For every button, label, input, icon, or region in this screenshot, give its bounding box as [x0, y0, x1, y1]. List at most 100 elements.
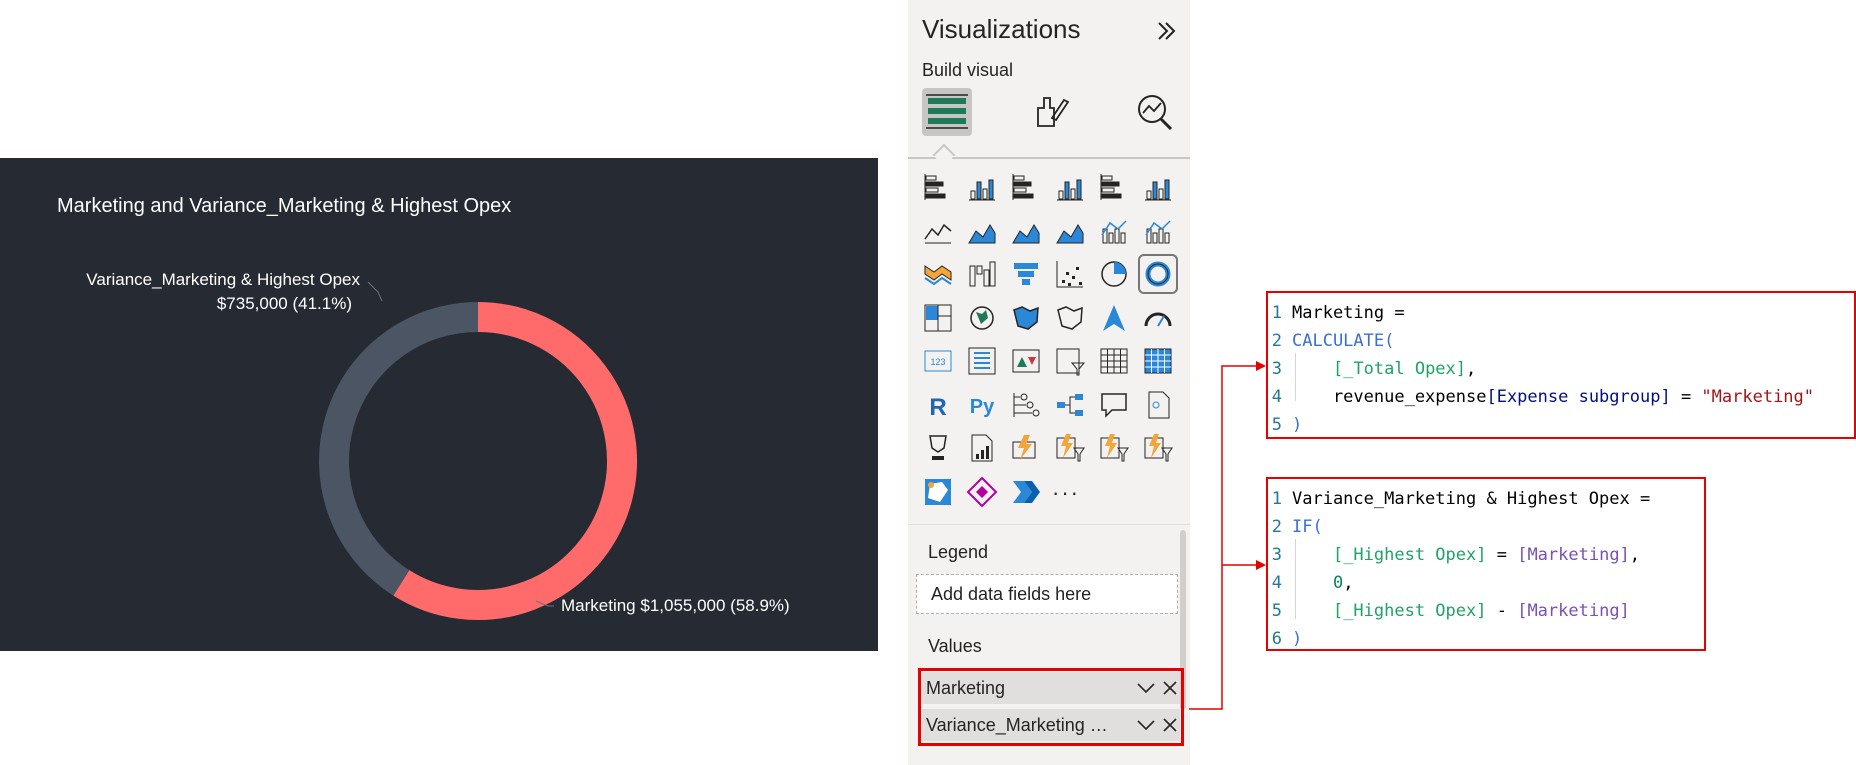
code-token: IF(: [1292, 517, 1323, 537]
donut-slice-marketing[interactable]: [393, 302, 637, 620]
table-icon[interactable]: [1098, 345, 1130, 377]
key-influencers-icon[interactable]: [1010, 389, 1042, 421]
slicer-icon[interactable]: [1054, 345, 1086, 377]
python-visual-icon[interactable]: Py: [966, 389, 998, 421]
variance-data-label-value: $735,000 (41.1%): [216, 294, 352, 313]
format-visual-icon: [1037, 97, 1070, 127]
waterfall-chart-icon[interactable]: [966, 258, 998, 290]
scatter-chart-icon[interactable]: [1054, 258, 1086, 290]
line-chart-icon[interactable]: [922, 215, 954, 247]
area-chart-icon[interactable]: [966, 215, 998, 247]
line-number: 1: [1271, 489, 1282, 509]
narrative-slicer-icon[interactable]: [1098, 432, 1130, 464]
line-number: 5: [1271, 601, 1282, 621]
code-token: Marketing =: [1292, 303, 1405, 323]
code-token: [Marketing]: [1517, 545, 1630, 565]
power-automate-flow-icon[interactable]: [1010, 476, 1042, 508]
code-text: ): [1292, 411, 1302, 439]
r-script-visual-icon[interactable]: R: [922, 389, 954, 421]
pane-title: Visualizations: [922, 14, 1081, 44]
line-and-stacked-column-chart-icon[interactable]: [1098, 215, 1130, 247]
build-visual-tab[interactable]: [922, 88, 972, 136]
map-icon[interactable]: [966, 302, 998, 334]
code-token: [_Total Opex]: [1332, 359, 1467, 379]
code-text: revenue_expense[Expense subgroup] = "Mar…: [1292, 383, 1814, 411]
code-text: [_Highest Opex] = [Marketing],: [1292, 541, 1640, 569]
chart-title: Marketing and Variance_Marketing & Highe…: [57, 195, 512, 217]
values-well-label: Values: [928, 636, 982, 656]
marketing-measure-code: 1 Marketing = 2 CALCULATE(3 [_Total Opex], 4…: [1266, 291, 1856, 439]
donut-chart-visual[interactable]: Marketing and Variance_Marketing & Highe…: [0, 158, 878, 651]
code-token: ,: [1629, 545, 1641, 565]
code-token: ): [1292, 629, 1303, 649]
kpi-icon[interactable]: [1010, 345, 1042, 377]
clustered-column-chart-icon[interactable]: [1054, 171, 1086, 203]
donut-slice-variance[interactable]: [319, 302, 479, 596]
stacked-area-chart-icon[interactable]: [1010, 215, 1042, 247]
multi-row-card-icon[interactable]: [966, 345, 998, 377]
qa-visual-icon[interactable]: [1098, 389, 1130, 421]
card-icon[interactable]: 123: [922, 345, 954, 377]
azure-map-icon[interactable]: [1098, 302, 1130, 334]
code-token: ,: [1343, 573, 1354, 593]
code-token: "Marketing": [1701, 387, 1815, 407]
line-number: 3: [1271, 359, 1282, 379]
100-stacked-bar-chart-icon[interactable]: [1098, 171, 1130, 203]
gauge-icon[interactable]: [1142, 302, 1174, 334]
legend-well-label: Legend: [928, 542, 989, 562]
button-slicer-icon[interactable]: [1142, 432, 1174, 464]
100-stacked-area-chart-icon[interactable]: [1054, 215, 1086, 247]
code-token: [Expense subgroup]: [1486, 387, 1671, 407]
metrics-visual-icon[interactable]: [922, 432, 954, 464]
power-automate-icon[interactable]: [1054, 432, 1086, 464]
code-token: [_Highest Opex]: [1332, 545, 1487, 565]
decomposition-tree-icon[interactable]: [1054, 389, 1086, 421]
analytics-tab[interactable]: [1130, 88, 1180, 136]
more-visuals-button[interactable]: ···: [1052, 480, 1080, 506]
treemap-icon[interactable]: [922, 302, 954, 334]
code-text: ): [1292, 625, 1302, 653]
arrowhead: [1256, 361, 1266, 371]
custom-visual-icon[interactable]: [966, 476, 998, 508]
donut-chart-icon[interactable]: [1138, 254, 1178, 294]
analytics-icon: [1138, 95, 1173, 131]
shape-map-icon[interactable]: [1054, 302, 1086, 334]
paginated-report-icon[interactable]: [1142, 389, 1174, 421]
stacked-column-chart-icon[interactable]: [966, 171, 998, 203]
clustered-bar-chart-icon[interactable]: [1010, 171, 1042, 203]
code-text: [_Total Opex],: [1292, 355, 1476, 383]
collapse-pane-icon[interactable]: [1154, 18, 1180, 44]
build-visual-label: Build visual: [922, 60, 1014, 80]
code-text: CALCULATE(: [1292, 327, 1394, 355]
line-number: 3: [1271, 545, 1282, 565]
code-text: IF(: [1292, 513, 1323, 541]
line-and-clustered-column-chart-icon[interactable]: [1142, 215, 1174, 247]
code-token: ): [1292, 415, 1303, 435]
marketing-data-label: Marketing $1,055,000 (58.9%): [561, 596, 790, 615]
values-highlight-box: [918, 668, 1184, 746]
smart-narrative-icon[interactable]: [966, 432, 998, 464]
legend-drop-zone[interactable]: Add data fields here: [916, 574, 1178, 614]
filled-map-icon[interactable]: [1010, 302, 1042, 334]
code-token: =: [1486, 545, 1518, 565]
stacked-bar-chart-icon[interactable]: [922, 171, 954, 203]
code-text: [_Highest Opex] - [Marketing]: [1292, 597, 1630, 625]
funnel-chart-icon[interactable]: [1010, 258, 1042, 290]
line-number: 1: [1271, 303, 1282, 323]
line-number: 5: [1271, 415, 1282, 435]
build-visual-icon: [926, 94, 968, 129]
format-visual-tab[interactable]: [1024, 88, 1074, 136]
line-number: 4: [1271, 573, 1282, 593]
line-number: 4: [1271, 387, 1282, 407]
power-apps-icon[interactable]: [1010, 432, 1042, 464]
line-number: 2: [1271, 517, 1282, 537]
matrix-icon[interactable]: [1142, 345, 1174, 377]
arcgis-map-icon[interactable]: [922, 476, 954, 508]
arrowhead: [1256, 560, 1266, 570]
svg-text:R: R: [929, 394, 946, 421]
pie-chart-icon[interactable]: [1098, 258, 1130, 290]
code-token: ,: [1466, 359, 1477, 379]
ribbon-chart-icon[interactable]: [922, 258, 954, 290]
100-stacked-column-chart-icon[interactable]: [1142, 171, 1174, 203]
